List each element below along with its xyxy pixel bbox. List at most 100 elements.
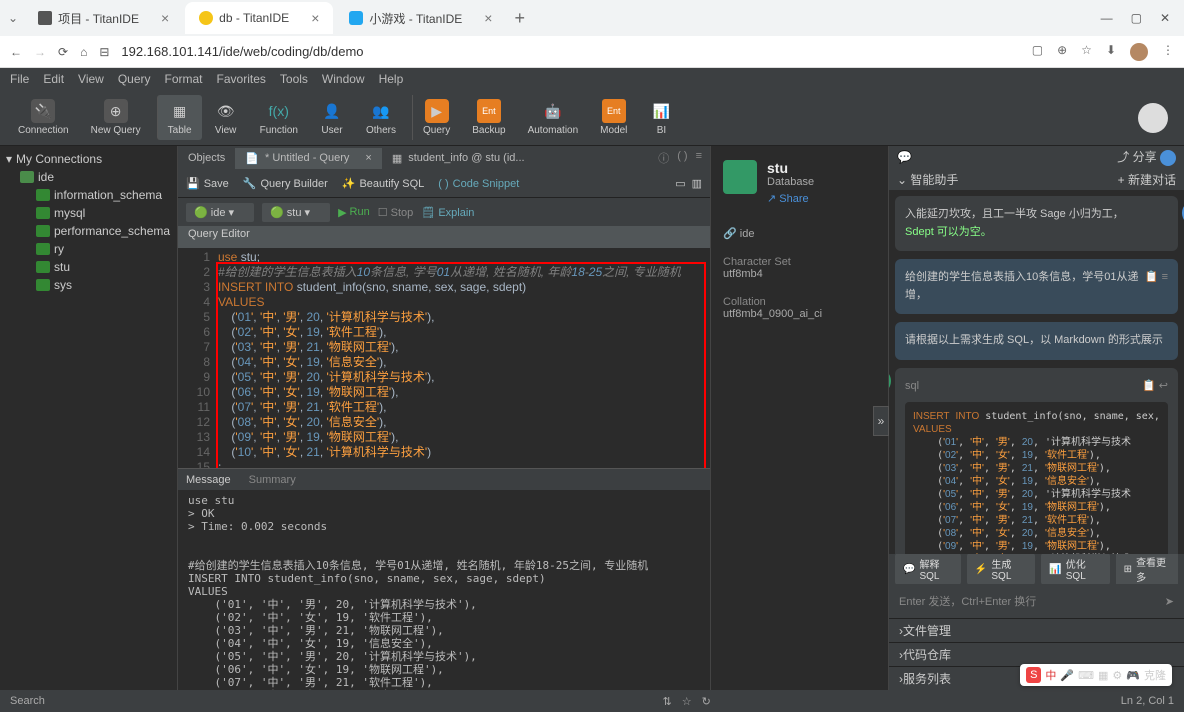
menu-edit[interactable]: Edit <box>43 72 64 86</box>
reload-icon[interactable]: ⟳ <box>58 45 68 59</box>
save-button[interactable]: 💾 Save <box>186 177 229 190</box>
extension-icon[interactable]: ⊕ <box>1057 43 1067 61</box>
snippet-button[interactable]: ( ) Code Snippet <box>438 178 519 190</box>
sql-editor[interactable]: 123456789101112131415 use stu; #给创建的学生信息… <box>178 248 710 468</box>
star-icon[interactable]: ☆ <box>682 695 692 708</box>
ai-chat-body[interactable]: 入能延刃坎攻，且工一半攻 Sage 小归为工， Sdept 可以为空。 📋 ≡ … <box>889 190 1184 554</box>
tool-user[interactable]: 👤User <box>310 95 354 140</box>
tab-student[interactable]: ▦student_info @ stu (id... <box>382 148 535 169</box>
close-window-icon[interactable]: ✕ <box>1160 11 1170 25</box>
tab-objects[interactable]: Objects <box>178 148 235 168</box>
keyboard-icon[interactable]: ⌨ <box>1078 669 1094 682</box>
beautify-button[interactable]: ✨ Beautify SQL <box>342 177 425 190</box>
tool-table[interactable]: ▦Table <box>157 95 202 140</box>
database-select[interactable]: 🟢 stu ▾ <box>262 203 330 222</box>
explain-button[interactable]: 🗒 Explain <box>421 206 474 219</box>
tool-connection[interactable]: 🔌Connection <box>8 95 79 140</box>
tree-db[interactable]: performance_schema <box>0 222 177 240</box>
tool-model[interactable]: EntModel <box>590 95 637 140</box>
tree-connection[interactable]: ide <box>0 168 177 186</box>
copy-icon[interactable]: 📋 <box>1145 271 1159 283</box>
ai-input[interactable]: Enter 发送，Ctrl+Enter 换行 ➤ <box>889 584 1184 618</box>
insert-icon[interactable]: ↩ <box>1159 380 1168 392</box>
collapse-button[interactable]: » <box>873 406 889 436</box>
newchat-button[interactable]: + 新建对话 <box>1118 171 1176 188</box>
run-button[interactable]: ▶ Run <box>338 206 370 219</box>
chevron-down-icon[interactable]: ⌄ <box>897 173 907 187</box>
bookmark-icon[interactable]: ☆ <box>1081 43 1092 61</box>
menu-tools[interactable]: Tools <box>280 72 308 86</box>
share-icon[interactable]: ⤴ <box>1117 150 1129 164</box>
ai-code-block[interactable]: INSERT INTO student_info(sno, sname, sex… <box>905 402 1168 554</box>
refresh-icon[interactable]: ↻ <box>702 695 711 708</box>
ai-avatar-small[interactable] <box>1160 150 1176 166</box>
close-icon[interactable]: × <box>161 10 169 26</box>
menu-file[interactable]: File <box>10 72 29 86</box>
download-icon[interactable]: ⬇ <box>1106 43 1116 61</box>
tree-db[interactable]: sys <box>0 276 177 294</box>
list-icon[interactable]: ≡ <box>1162 271 1168 283</box>
close-icon[interactable]: × <box>484 10 492 26</box>
grid-icon[interactable]: ▦ <box>1098 669 1108 682</box>
tool-function[interactable]: f(x)Function <box>250 95 308 140</box>
chat-icon[interactable]: 💬 <box>897 150 912 164</box>
minimize-icon[interactable]: — <box>1101 11 1113 25</box>
mic-icon[interactable]: 🎤 <box>1060 669 1074 682</box>
menu-format[interactable]: Format <box>165 72 203 86</box>
info-icon[interactable]: ⓘ <box>658 150 669 166</box>
filter-icon[interactable]: ⇅ <box>662 695 671 708</box>
gen-sql-button[interactable]: ⚡ 生成 SQL <box>967 553 1035 585</box>
menu-window[interactable]: Window <box>322 72 365 86</box>
clone-label[interactable]: 克隆 <box>1144 667 1166 683</box>
home-icon[interactable]: ⌂ <box>80 45 87 59</box>
close-icon[interactable]: × <box>311 10 319 26</box>
menu-query[interactable]: Query <box>118 72 151 86</box>
maximize-icon[interactable]: ▢ <box>1131 11 1142 25</box>
browser-tab-1[interactable]: db - TitanIDE × <box>185 2 333 34</box>
floating-toolbar[interactable]: S 中 🎤 ⌨ ▦ ⚙ 🎮 克隆 <box>1020 664 1172 686</box>
site-info-icon[interactable]: ⊟ <box>99 45 109 59</box>
list-icon[interactable]: ≡ <box>696 150 702 166</box>
close-icon[interactable]: × <box>365 152 371 164</box>
back-icon[interactable]: ← <box>10 45 22 59</box>
layout-icon[interactable]: ▭ <box>675 177 685 190</box>
tool-newquery[interactable]: ⊕New Query <box>81 95 151 140</box>
new-tab-button[interactable]: + <box>514 8 525 29</box>
gear-icon[interactable]: ⚙ <box>1112 669 1122 682</box>
tree-db[interactable]: stu <box>0 258 177 276</box>
search-input[interactable]: Search <box>10 695 652 707</box>
menu-view[interactable]: View <box>78 72 104 86</box>
tree-db[interactable]: information_schema <box>0 186 177 204</box>
tree-db[interactable]: mysql <box>0 204 177 222</box>
tab-untitled[interactable]: 📄* Untitled - Query× <box>235 148 382 169</box>
profile-icon[interactable] <box>1130 43 1148 61</box>
game-icon[interactable]: 🎮 <box>1126 669 1140 682</box>
tree-db[interactable]: ry <box>0 240 177 258</box>
tool-query[interactable]: ▶Query <box>412 95 460 140</box>
explain-sql-button[interactable]: 💬 解释SQL <box>895 553 961 585</box>
browser-tab-2[interactable]: 小游戏 - TitanIDE × <box>335 2 506 34</box>
expand-icon[interactable]: ▾ <box>6 152 12 166</box>
url-input[interactable]: 192.168.101.141/ide/web/coding/db/demo <box>121 44 1019 59</box>
split-icon[interactable]: ▥ <box>692 177 702 190</box>
send-icon[interactable]: ➤ <box>1165 595 1174 608</box>
tool-others[interactable]: 👥Others <box>356 95 406 140</box>
brackets-icon[interactable]: ( ) <box>677 150 687 166</box>
connection-select[interactable]: 🟢 ide ▾ <box>186 203 254 222</box>
stop-button[interactable]: ☐ Stop <box>378 206 414 219</box>
opt-sql-button[interactable]: 📊 优化 SQL <box>1041 553 1109 585</box>
kebab-icon[interactable]: ⋮ <box>1162 43 1174 61</box>
forward-icon[interactable]: → <box>34 45 46 59</box>
browser-tab-0[interactable]: 项目 - TitanIDE × <box>24 2 183 34</box>
install-icon[interactable]: ▢ <box>1032 43 1043 61</box>
section-files[interactable]: › 文件管理 <box>889 618 1184 642</box>
tab-summary[interactable]: Summary <box>249 474 296 486</box>
menu-favorites[interactable]: Favorites <box>217 72 266 86</box>
chrome-chevron-icon[interactable]: ⌄ <box>8 11 18 25</box>
tool-automation[interactable]: 🤖Automation <box>518 95 589 140</box>
copy-icon[interactable]: 📋 <box>1142 380 1156 392</box>
section-repo[interactable]: › 代码仓库 <box>889 642 1184 666</box>
querybuilder-button[interactable]: 🔧 Query Builder <box>243 177 328 190</box>
more-button[interactable]: ⊞ 查看更多 <box>1116 551 1178 587</box>
user-avatar[interactable] <box>1138 103 1168 133</box>
